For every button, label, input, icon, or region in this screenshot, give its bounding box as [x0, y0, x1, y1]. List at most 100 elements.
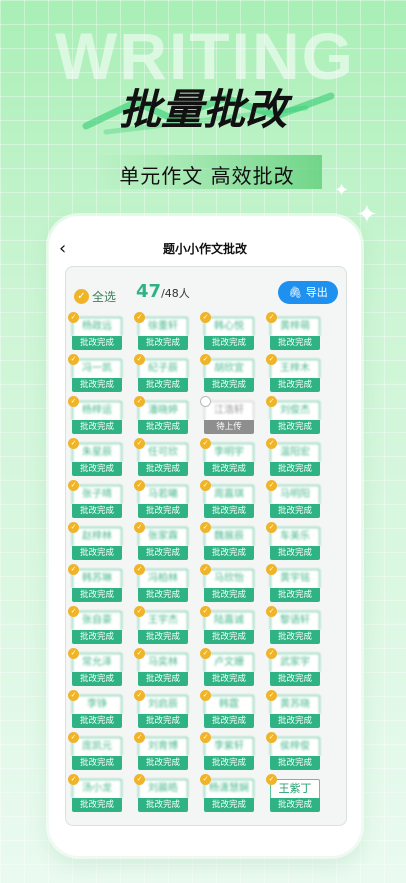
- student-card[interactable]: 徐重轩 批改完成 ✓: [134, 312, 188, 350]
- check-icon[interactable]: ✓: [266, 648, 277, 659]
- check-icon[interactable]: ✓: [68, 312, 79, 323]
- check-icon[interactable]: ✓: [200, 774, 211, 785]
- check-icon[interactable]: ✓: [134, 564, 145, 575]
- student-card[interactable]: 韩苏琳 批改完成 ✓: [68, 564, 122, 602]
- check-icon[interactable]: ✓: [200, 522, 211, 533]
- check-icon[interactable]: ✓: [266, 774, 277, 785]
- check-icon[interactable]: ✓: [68, 354, 79, 365]
- student-card[interactable]: 纪子辰 批改完成 ✓: [134, 354, 188, 392]
- check-icon[interactable]: ✓: [266, 396, 277, 407]
- check-icon[interactable]: ✓: [68, 690, 79, 701]
- check-icon[interactable]: ✓: [134, 480, 145, 491]
- student-card[interactable]: 张自豪 批改完成 ✓: [68, 606, 122, 644]
- student-card[interactable]: 武家宇 批改完成 ✓: [266, 648, 320, 686]
- student-card[interactable]: 王宇杰 批改完成 ✓: [134, 606, 188, 644]
- student-card[interactable]: 杨梓运 批改完成 ✓: [68, 396, 122, 434]
- student-card[interactable]: 杨政远 批改完成 ✓: [68, 312, 122, 350]
- student-card[interactable]: 张子晴 批改完成 ✓: [68, 480, 122, 518]
- check-icon[interactable]: ✓: [68, 396, 79, 407]
- student-card[interactable]: 黄宇铭 批改完成 ✓: [266, 564, 320, 602]
- student-card[interactable]: 马若曦 批改完成 ✓: [134, 480, 188, 518]
- student-card[interactable]: 黄苏晓 批改完成 ✓: [266, 690, 320, 728]
- check-icon[interactable]: ✓: [200, 732, 211, 743]
- student-card[interactable]: 王梓木 批改完成 ✓: [266, 354, 320, 392]
- check-icon[interactable]: ✓: [134, 774, 145, 785]
- check-icon[interactable]: ✓: [134, 690, 145, 701]
- hero-headline: 批量批改: [118, 85, 287, 134]
- student-card[interactable]: 刘育博 批改完成 ✓: [134, 732, 188, 770]
- check-icon[interactable]: ✓: [200, 648, 211, 659]
- student-card[interactable]: 卢文姗 批改完成 ✓: [200, 648, 254, 686]
- student-card[interactable]: 杨潇慧娴 批改完成 ✓: [200, 774, 254, 812]
- check-icon[interactable]: ✓: [134, 354, 145, 365]
- check-icon[interactable]: ✓: [266, 606, 277, 617]
- student-card[interactable]: 刘晨皓 批改完成 ✓: [134, 774, 188, 812]
- check-icon[interactable]: ✓: [266, 480, 277, 491]
- check-icon[interactable]: ✓: [134, 438, 145, 449]
- check-icon[interactable]: ✓: [134, 606, 145, 617]
- check-icon[interactable]: ✓: [200, 690, 211, 701]
- student-card[interactable]: 常允泽 批改完成 ✓: [68, 648, 122, 686]
- check-icon[interactable]: ✓: [266, 438, 277, 449]
- check-icon[interactable]: ✓: [68, 774, 79, 785]
- check-icon[interactable]: ✓: [200, 438, 211, 449]
- check-icon[interactable]: ✓: [68, 732, 79, 743]
- student-card[interactable]: 李铮 批改完成 ✓: [68, 690, 122, 728]
- check-icon[interactable]: ✓: [68, 564, 79, 575]
- unchecked-circle-icon[interactable]: [200, 396, 211, 407]
- student-card[interactable]: 马明阳 批改完成 ✓: [266, 480, 320, 518]
- student-card[interactable]: 刘启辰 批改完成 ✓: [134, 690, 188, 728]
- student-card[interactable]: 张家霖 批改完成 ✓: [134, 522, 188, 560]
- student-card[interactable]: 汤小龙 批改完成 ✓: [68, 774, 122, 812]
- check-icon[interactable]: ✓: [134, 312, 145, 323]
- check-icon[interactable]: ✓: [134, 732, 145, 743]
- check-icon[interactable]: ✓: [266, 354, 277, 365]
- check-icon[interactable]: ✓: [200, 312, 211, 323]
- student-card[interactable]: 车美乐 批改完成 ✓: [266, 522, 320, 560]
- check-icon[interactable]: ✓: [266, 690, 277, 701]
- student-card[interactable]: 韩霆 批改完成 ✓: [200, 690, 254, 728]
- check-icon[interactable]: ✓: [266, 732, 277, 743]
- check-icon[interactable]: ✓: [68, 522, 79, 533]
- check-icon[interactable]: ✓: [266, 312, 277, 323]
- student-card[interactable]: 黎语轩 批改完成 ✓: [266, 606, 320, 644]
- student-status-badge: 批改完成: [72, 798, 122, 812]
- check-icon[interactable]: ✓: [68, 480, 79, 491]
- student-card[interactable]: 庞凯元 批改完成 ✓: [68, 732, 122, 770]
- check-icon[interactable]: ✓: [200, 606, 211, 617]
- check-icon[interactable]: ✓: [68, 606, 79, 617]
- student-card[interactable]: 潘晓婷 批改完成 ✓: [134, 396, 188, 434]
- student-card[interactable]: 冯一凯 批改完成 ✓: [68, 354, 122, 392]
- check-icon[interactable]: ✓: [200, 564, 211, 575]
- student-card[interactable]: 任可欣 批改完成 ✓: [134, 438, 188, 476]
- student-card[interactable]: 黄梓萌 批改完成 ✓: [266, 312, 320, 350]
- check-icon[interactable]: ✓: [68, 648, 79, 659]
- student-card[interactable]: 胡欣宜 批改完成 ✓: [200, 354, 254, 392]
- check-icon[interactable]: ✓: [134, 396, 145, 407]
- student-card[interactable]: 陆嘉诚 批改完成 ✓: [200, 606, 254, 644]
- select-all-toggle[interactable]: ✓ 全选: [74, 286, 116, 305]
- student-card[interactable]: 赵梓林 批改完成 ✓: [68, 522, 122, 560]
- check-icon[interactable]: ✓: [200, 480, 211, 491]
- student-card[interactable]: 冯柏林 批改完成 ✓: [134, 564, 188, 602]
- student-card[interactable]: 江浩轩 待上传: [200, 396, 254, 434]
- student-card[interactable]: 魏展辰 批改完成 ✓: [200, 522, 254, 560]
- student-card[interactable]: 温阳宏 批改完成 ✓: [266, 438, 320, 476]
- student-card[interactable]: 韩心悦 批改完成 ✓: [200, 312, 254, 350]
- check-icon[interactable]: ✓: [266, 564, 277, 575]
- student-card[interactable]: 刘俊杰 批改完成 ✓: [266, 396, 320, 434]
- check-icon[interactable]: ✓: [134, 648, 145, 659]
- check-icon[interactable]: ✓: [134, 522, 145, 533]
- student-card[interactable]: 马欣怡 批改完成 ✓: [200, 564, 254, 602]
- student-card[interactable]: 王紫丁 批改完成 ✓: [266, 774, 320, 812]
- check-icon[interactable]: ✓: [266, 522, 277, 533]
- student-card[interactable]: 李明宇 批改完成 ✓: [200, 438, 254, 476]
- check-icon[interactable]: ✓: [200, 354, 211, 365]
- export-button[interactable]: 🖇 导出: [278, 281, 338, 304]
- student-card[interactable]: 马奕林 批改完成 ✓: [134, 648, 188, 686]
- check-icon[interactable]: ✓: [68, 438, 79, 449]
- student-card[interactable]: 李紫轩 批改完成 ✓: [200, 732, 254, 770]
- student-card[interactable]: 朱星辰 批改完成 ✓: [68, 438, 122, 476]
- student-card[interactable]: 侯梓俊 批改完成 ✓: [266, 732, 320, 770]
- student-card[interactable]: 周嘉琪 批改完成 ✓: [200, 480, 254, 518]
